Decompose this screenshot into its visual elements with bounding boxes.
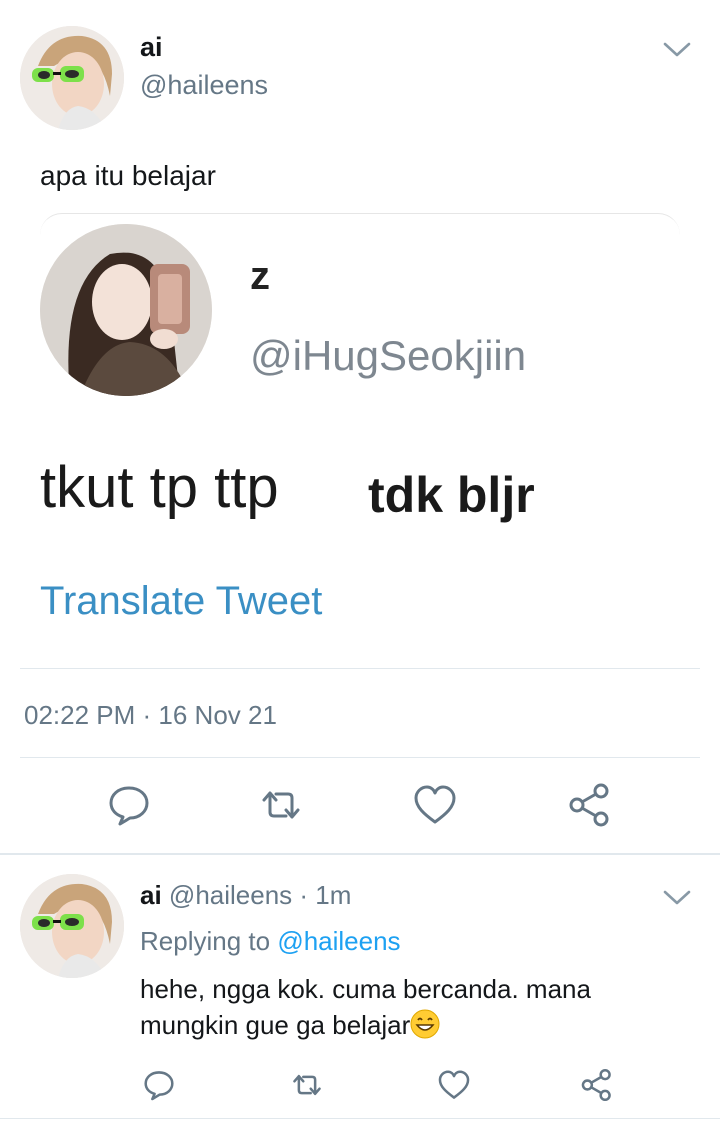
reply-author-avatar[interactable] (20, 874, 124, 978)
chevron-down-icon[interactable] (662, 40, 692, 60)
reply-retweet-button[interactable] (290, 1068, 324, 1102)
share-button[interactable] (567, 782, 613, 828)
share-icon (569, 783, 609, 827)
divider (0, 1118, 720, 1119)
section-separator (0, 853, 720, 855)
replying-prefix: Replying to (140, 926, 271, 956)
retweet-button[interactable] (258, 782, 304, 828)
author-avatar[interactable] (20, 26, 124, 130)
tweet-text: apa itu belajar (40, 160, 216, 191)
share-icon (581, 1068, 611, 1102)
divider (20, 668, 700, 669)
author-handle[interactable]: @haileens (140, 70, 268, 101)
reply-like-button[interactable] (437, 1068, 471, 1102)
reply-icon (109, 786, 149, 826)
reply-header: ai @haileens · 1m (140, 880, 351, 911)
embedded-tweet-text-part1: tkut tp ttp (40, 455, 279, 520)
avatar-image (20, 874, 124, 978)
replying-mention-link[interactable]: @haileens (277, 926, 400, 956)
reply-icon (144, 1071, 174, 1101)
embedded-image[interactable]: z @iHugSeokjiin tkut tp ttp tdk bljr Tra… (40, 213, 680, 646)
embedded-avatar (40, 224, 212, 396)
author-display-name[interactable]: ai (140, 32, 163, 63)
reply-reply-button[interactable] (142, 1068, 176, 1102)
chevron-down-icon[interactable] (662, 888, 692, 908)
retweet-icon (293, 1074, 321, 1096)
reply-share-button[interactable] (580, 1068, 614, 1102)
embedded-translate-link: Translate Tweet (40, 579, 323, 623)
reply-button[interactable] (106, 782, 152, 828)
embedded-avatar-image (40, 224, 212, 396)
embedded-handle: @iHugSeokjiin (250, 332, 527, 379)
replying-to: Replying to @haileens (140, 926, 401, 957)
like-button[interactable] (412, 782, 458, 828)
avatar-image (20, 26, 124, 130)
reply-text: hehe, ngga kok. cuma bercanda. mana mung… (140, 974, 591, 1040)
divider (20, 757, 700, 758)
heart-icon (414, 785, 456, 824)
grinning-emoji-icon (410, 1009, 440, 1039)
retweet-icon (262, 791, 300, 819)
reply-text-block: hehe, ngga kok. cuma bercanda. mana mung… (140, 971, 660, 1043)
tweet-timestamp: 02:22 PM · 16 Nov 21 (24, 700, 277, 730)
embedded-tweet-text-part2: tdk bljr (368, 467, 535, 523)
reply-handle-time: @haileens · 1m (168, 880, 352, 910)
reply-display-name[interactable]: ai (140, 880, 162, 910)
heart-icon (438, 1070, 470, 1099)
embedded-display-name: z (250, 254, 270, 298)
